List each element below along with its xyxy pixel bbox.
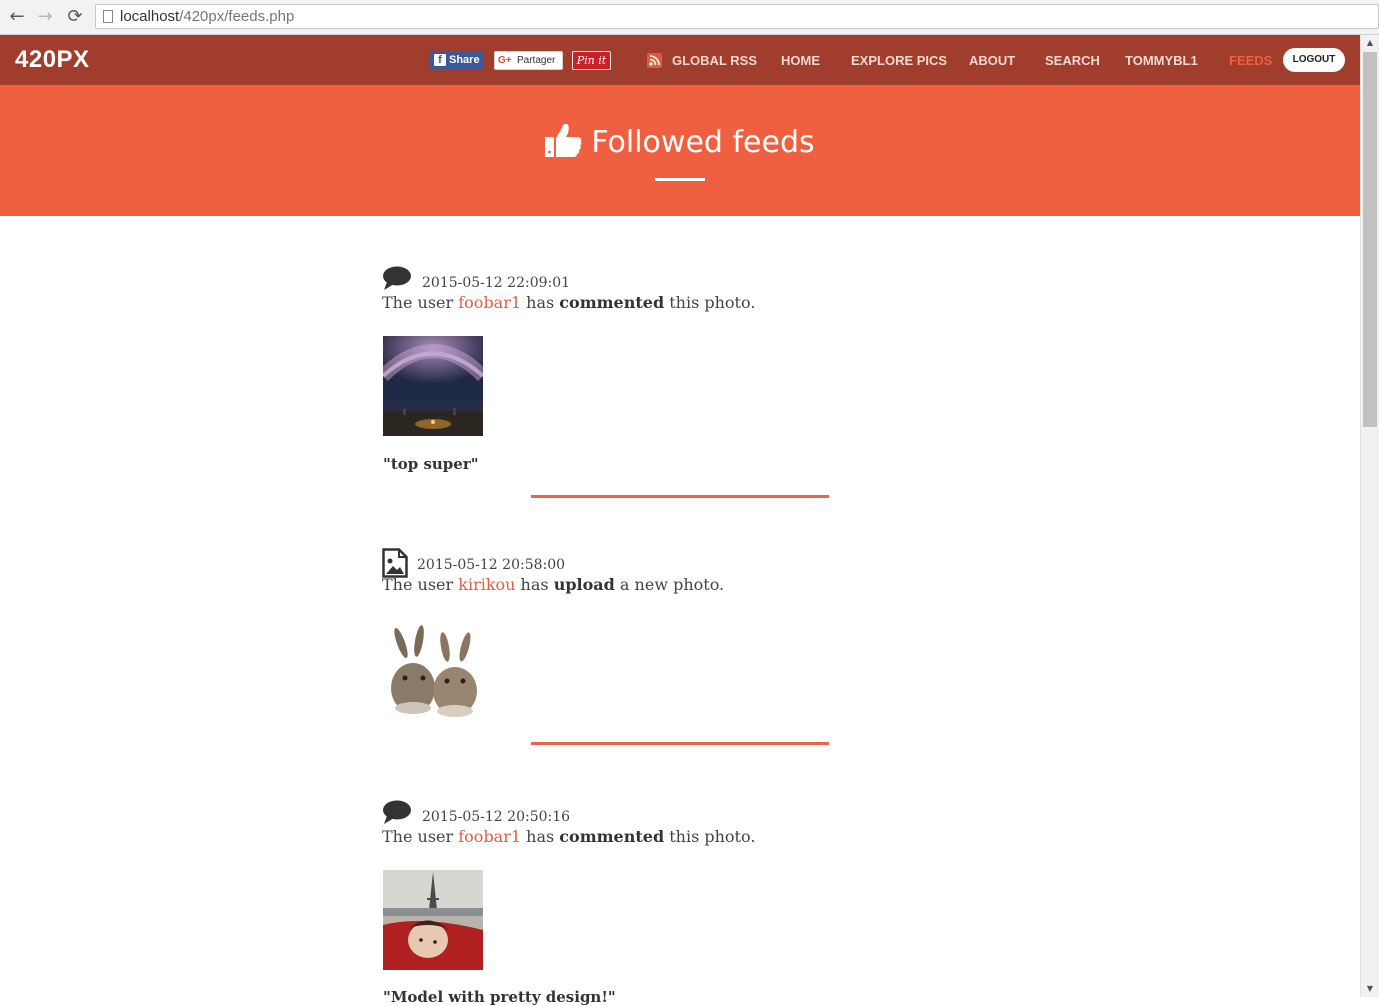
feed-date: 2015-05-12 20:58:00 [417,557,566,573]
feed-item: 2015-05-12 20:50:16 The user foobar1 has… [382,800,842,1006]
feed-text-suffix: a new photo. [614,575,725,594]
address-bar[interactable]: localhost/420px/feeds.php [95,4,1379,29]
google-share-label: Partager [517,55,556,66]
comment-quote: "Model with pretty design!" [383,988,616,1006]
reload-icon[interactable]: ⟳ [64,6,86,28]
feed-photo-thumbnail[interactable] [383,336,483,436]
page-icon [103,10,113,23]
nav-about[interactable]: ABOUT [969,53,1015,68]
feed-item: 2015-05-12 22:09:01 The user foobar1 has… [382,266,842,481]
feed-text-mid: has [521,293,560,312]
feed-divider [531,495,829,498]
site-header: 420PX f Share G+ Partager Pin it GLOBAL … [0,35,1360,85]
feed-date: 2015-05-12 22:09:01 [422,275,571,291]
back-arrow-icon[interactable]: ← [6,6,28,28]
scroll-up-arrow-icon[interactable]: ▲ [1361,35,1379,51]
pinterest-label: Pin it [576,54,607,67]
title-underline [655,178,705,181]
page-banner: Followed feeds [0,85,1360,216]
feed-text-mid: has [515,575,554,594]
nav-feeds[interactable]: FEEDS [1229,53,1272,68]
feed-text-prefix: The user [382,575,459,594]
comment-icon [382,266,412,296]
google-plus-icon: G+ [498,55,512,66]
scroll-down-arrow-icon[interactable]: ▼ [1361,981,1379,997]
page-scrollbar[interactable]: ▲ ▼ [1360,35,1379,997]
feed-description: The user kirikou has upload a new photo. [382,575,724,594]
comment-quote: "top super" [383,455,479,473]
scroll-thumb[interactable] [1363,52,1377,427]
page-title-text: Followed feeds [591,125,815,160]
site-logo[interactable]: 420PX [15,46,90,74]
facebook-icon: f [434,54,446,66]
feed-photo-thumbnail[interactable] [383,870,483,970]
feed-action: upload [553,575,615,594]
nav-global-rss[interactable]: GLOBAL RSS [672,53,757,68]
feed-action: commented [559,293,665,312]
forward-arrow-icon[interactable]: → [34,6,56,28]
facebook-share-button[interactable]: f Share [430,51,484,70]
feed-divider [531,742,829,745]
nav-search[interactable]: SEARCH [1045,53,1100,68]
thumbs-up-icon [545,122,583,166]
feed-text-suffix: this photo. [664,293,756,312]
nav-home[interactable]: HOME [781,53,820,68]
google-plus-share-button[interactable]: G+ Partager [494,51,563,70]
feed-item: 2015-05-12 20:58:00 The user kirikou has… [382,548,842,728]
url-path: /420px/feeds.php [179,8,295,25]
facebook-share-label: Share [449,54,480,66]
feed-description: The user foobar1 has commented this phot… [382,293,755,312]
feed-text-prefix: The user [382,827,459,846]
page-title: Followed feeds [0,122,1360,166]
nav-explore-pics[interactable]: EXPLORE PICS [851,53,947,68]
feed-user-link[interactable]: foobar1 [458,293,521,312]
nav-user-profile[interactable]: TOMMYBL1 [1125,53,1198,68]
browser-toolbar: ← → ⟳ localhost/420px/feeds.php [0,0,1379,35]
pinterest-pin-button[interactable]: Pin it [572,51,611,70]
feed-action: commented [559,827,665,846]
feed-user-link[interactable]: foobar1 [458,827,521,846]
feed-text-suffix: this photo. [664,827,756,846]
url-host: localhost [120,8,180,25]
rss-icon[interactable] [647,53,662,68]
feed-photo-thumbnail[interactable] [383,623,483,723]
feed-description: The user foobar1 has commented this phot… [382,827,755,846]
feed-text-prefix: The user [382,293,459,312]
feed-date: 2015-05-12 20:50:16 [422,809,571,825]
logout-button[interactable]: LOGOUT [1283,48,1345,72]
feed-text-mid: has [521,827,560,846]
comment-icon [382,800,412,830]
url-text[interactable]: localhost/420px/feeds.php [120,8,294,25]
feed-user-link[interactable]: kirikou [458,575,515,594]
